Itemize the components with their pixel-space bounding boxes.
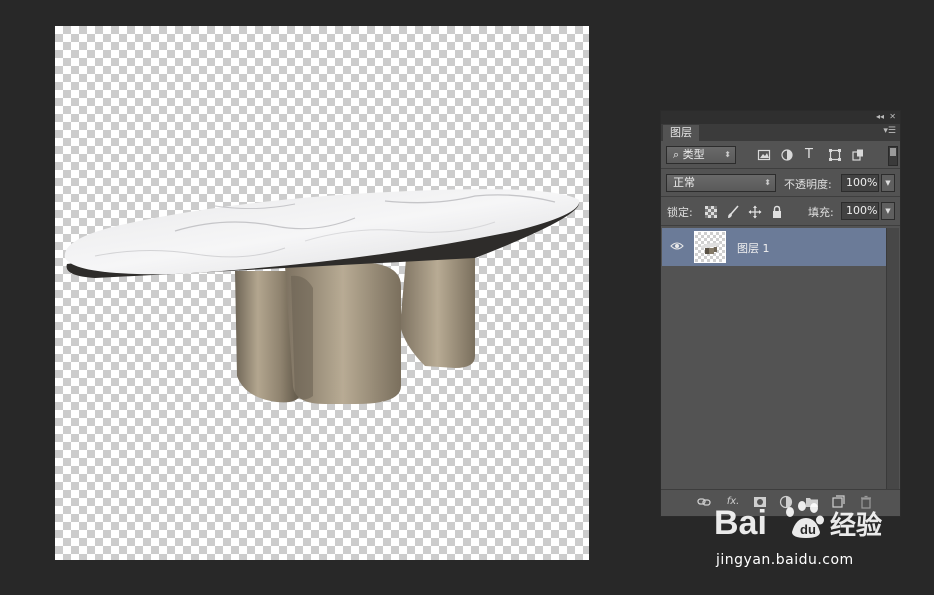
divider bbox=[661, 196, 900, 197]
layer-row[interactable]: 图层 1 bbox=[662, 228, 887, 266]
opacity-label: 不透明度: bbox=[784, 178, 832, 191]
fill-input[interactable]: 100% bbox=[841, 202, 879, 220]
link-layers-icon[interactable] bbox=[697, 495, 711, 509]
lock-transparent-pixels-icon[interactable] bbox=[704, 205, 718, 219]
table-image bbox=[64, 189, 580, 404]
tab-layers[interactable]: 图层 bbox=[663, 125, 699, 141]
close-panel-icon[interactable]: ✕ bbox=[889, 112, 896, 121]
fill-dropdown-button[interactable]: ▼ bbox=[881, 202, 895, 220]
layers-panel: ◂◂ ✕ 图层 ▾☰ ⌕ 类型 ⬍ T 正常 ⬍ 不透明度: 100% ▼ 锁定… bbox=[660, 110, 901, 517]
svg-text:经验: 经验 bbox=[830, 510, 882, 541]
divider bbox=[661, 168, 900, 169]
svg-text:du: du bbox=[800, 522, 816, 537]
layer-list: 图层 1 bbox=[662, 228, 887, 492]
eye-visibility-icon[interactable] bbox=[670, 241, 684, 251]
svg-text:Bai: Bai bbox=[714, 504, 767, 542]
layer-thumbnail[interactable] bbox=[694, 231, 726, 263]
text-filter-icon[interactable]: T bbox=[805, 147, 813, 162]
watermark-url: jingyan.baidu.com bbox=[716, 552, 854, 568]
panel-menu-icon[interactable]: ▾☰ bbox=[883, 126, 896, 136]
chevron-updown-icon: ⬍ bbox=[724, 150, 731, 159]
lock-position-icon[interactable] bbox=[748, 205, 762, 219]
image-filter-icon[interactable] bbox=[757, 148, 771, 162]
panel-tab-row: 图层 ▾☰ bbox=[661, 124, 900, 141]
baidu-jingyan-logo: Bai du 经验 bbox=[714, 501, 882, 542]
opacity-input[interactable]: 100% bbox=[841, 174, 879, 192]
blend-mode-select[interactable]: 正常 ⬍ bbox=[666, 174, 776, 192]
adjustment-filter-icon[interactable] bbox=[780, 148, 794, 162]
layer-name[interactable]: 图层 1 bbox=[737, 240, 770, 256]
search-icon: ⌕ bbox=[673, 148, 683, 161]
lock-label: 锁定: bbox=[667, 206, 693, 219]
divider bbox=[661, 225, 900, 226]
layer-list-scrollbar[interactable] bbox=[886, 228, 899, 492]
layer-filter-select[interactable]: ⌕ 类型 ⬍ bbox=[666, 146, 736, 164]
document-canvas[interactable] bbox=[55, 26, 589, 560]
lock-image-pixels-icon[interactable] bbox=[726, 205, 740, 219]
shape-filter-icon[interactable] bbox=[828, 148, 842, 162]
chevron-updown-icon: ⬍ bbox=[764, 178, 771, 187]
filter-toggle-switch[interactable] bbox=[888, 146, 898, 166]
layer-filter-label: 类型 bbox=[682, 148, 705, 161]
fill-label: 填充: bbox=[808, 206, 834, 219]
collapse-panel-icon[interactable]: ◂◂ bbox=[876, 112, 884, 121]
smart-object-filter-icon[interactable] bbox=[851, 148, 865, 162]
table-thumbnail-image bbox=[701, 242, 721, 254]
blend-mode-value: 正常 bbox=[673, 176, 695, 189]
opacity-dropdown-button[interactable]: ▼ bbox=[881, 174, 895, 192]
lock-all-icon[interactable] bbox=[770, 205, 784, 219]
panel-title-bar[interactable]: ◂◂ ✕ bbox=[661, 111, 900, 124]
